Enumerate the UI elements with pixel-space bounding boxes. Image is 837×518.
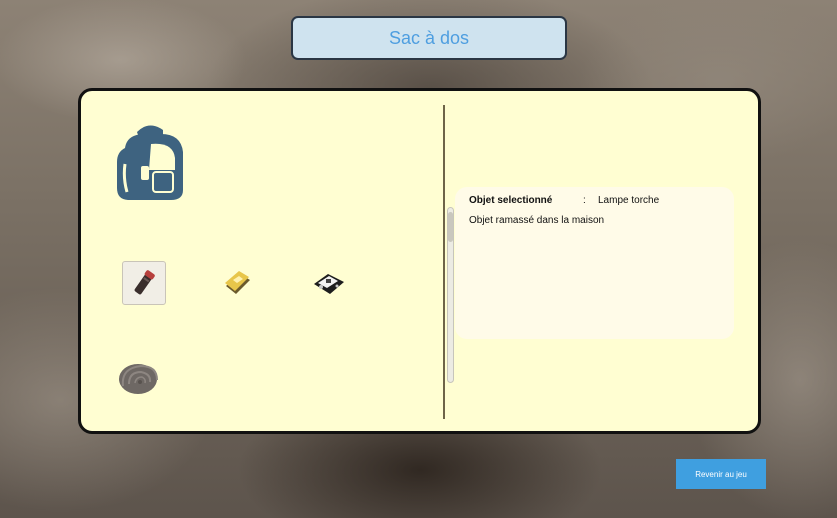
backpack-icon (117, 125, 183, 200)
inventory-slot-device[interactable] (306, 261, 350, 305)
scrollbar-thumb[interactable] (448, 212, 453, 242)
page-title-text: Sac à dos (388, 27, 470, 48)
selected-item-separator: : (583, 195, 586, 206)
inventory-slot-fossil[interactable] (117, 356, 161, 400)
selected-item-label: Objet selectionné (469, 195, 553, 206)
ammonite-fossil-icon (119, 364, 158, 394)
item-details: Objet selectionné : Lampe torche Objet r… (455, 187, 734, 339)
inventory-panel: Objet selectionné : Lampe torche Objet r… (78, 88, 761, 434)
back-to-game-button[interactable]: Revenir au jeu (676, 459, 766, 489)
device-icon (314, 274, 344, 294)
book-icon (225, 271, 250, 294)
details-scrollbar[interactable] (447, 207, 454, 383)
selected-item-value: Lampe torche (598, 195, 660, 206)
inventory-slot-book[interactable] (215, 261, 259, 305)
flashlight-icon (134, 270, 155, 295)
panel-divider (443, 105, 445, 419)
selected-item-description: Objet ramassé dans la maison (469, 215, 605, 226)
page-title: Sac à dos (291, 16, 567, 60)
inventory-slot-flashlight[interactable] (122, 261, 166, 305)
